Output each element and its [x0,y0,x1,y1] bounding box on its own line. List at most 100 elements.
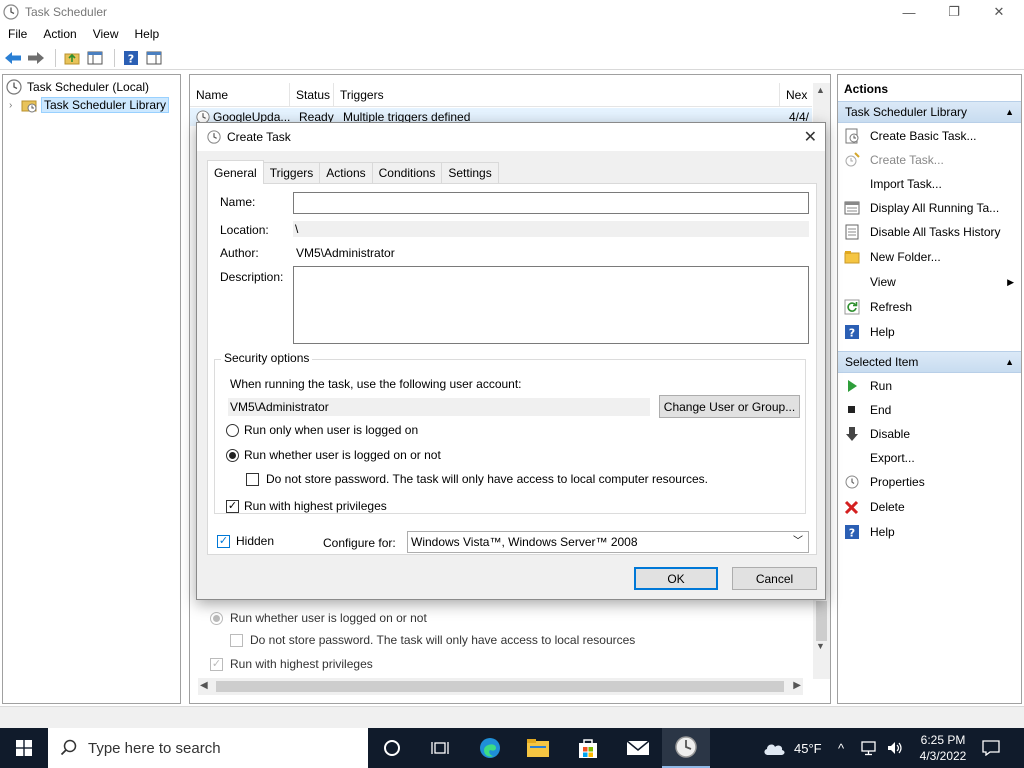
horizontal-scroll-thumb[interactable] [216,681,784,692]
action-item[interactable]: Import Task... [838,173,1021,195]
menu-file[interactable]: File [0,24,35,44]
change-user-or-group-button[interactable]: Change User or Group... [659,395,800,418]
no-store-password-checkbox[interactable] [246,472,259,486]
actions-group-library[interactable]: Task Scheduler Library ▲ [838,101,1021,123]
radio-whether[interactable] [226,448,239,462]
tree-item-label: Task Scheduler (Local) [27,80,150,94]
radio-whether-row[interactable]: Run whether user is logged on or not [226,448,441,462]
volume-tray-icon[interactable] [886,728,904,768]
scroll-down-icon[interactable]: ▼ [816,641,825,651]
bg-radio-whether[interactable] [210,611,223,625]
history-icon [844,224,860,240]
action-item[interactable]: Create Task... [838,149,1021,171]
show-hide-action-pane-button[interactable] [144,48,164,68]
menu-action[interactable]: Action [35,24,84,44]
tab-actions[interactable]: Actions [319,162,373,184]
tree-item-task-scheduler-library[interactable]: › Task Scheduler Library [9,96,170,114]
network-tray-icon[interactable] [860,728,878,768]
action-item[interactable]: New Folder... [838,246,1021,268]
close-button[interactable]: ✕ [976,0,1022,24]
tab-conditions[interactable]: Conditions [371,162,443,184]
forward-button[interactable] [26,48,46,68]
configure-for-select[interactable]: Windows Vista™, Windows Server™ 2008 ﹀ [407,531,809,553]
taskbar-store[interactable] [564,728,612,768]
chevron-up-icon[interactable]: ^ [838,741,844,756]
minimize-button[interactable]: — [886,0,932,24]
clock-date: 4/3/2022 [919,749,967,763]
up-folder-button[interactable] [62,48,82,68]
action-center-button[interactable] [982,728,1000,768]
action-item[interactable]: Disable All Tasks History [838,221,1021,243]
action-item[interactable]: Refresh [838,296,1021,318]
cortana-button[interactable] [368,728,416,768]
column-header-next-run[interactable]: Nex [780,83,812,106]
blank-icon [844,176,860,192]
weather-widget[interactable]: 45°F [762,728,822,768]
task-view-button[interactable] [416,728,464,768]
column-header-status[interactable]: Status [290,83,334,106]
tab-triggers[interactable]: Triggers [262,162,321,184]
console-tree: Task Scheduler (Local) › Task Scheduler … [2,74,181,704]
status-bar [0,706,1024,728]
action-item[interactable]: Display All Running Ta... [838,197,1021,219]
chevron-right-icon[interactable]: › [9,100,21,111]
action-item[interactable]: End [838,399,1021,421]
action-item[interactable]: Run [838,375,1021,397]
action-item[interactable]: ? Help [838,321,1021,343]
action-item[interactable]: Export... [838,447,1021,469]
bg-radio-whether-row[interactable]: Run whether user is logged on or not [210,611,427,625]
tree-item-task-scheduler-local[interactable]: Task Scheduler (Local) [6,78,149,96]
help-button[interactable]: ? [121,48,141,68]
start-button[interactable] [0,728,48,768]
svg-text:?: ? [849,327,855,340]
taskbar-search-box[interactable]: Type here to search [48,728,368,768]
vertical-scroll-thumb[interactable] [816,601,827,641]
taskbar-mail[interactable] [614,728,662,768]
cortana-circle-icon [384,740,400,756]
radio-logged-on[interactable] [226,423,239,437]
menu-view[interactable]: View [85,24,127,44]
back-button[interactable] [3,48,23,68]
action-item[interactable]: Create Basic Task... [838,125,1021,147]
column-header-name[interactable]: Name [190,83,290,106]
cancel-button[interactable]: Cancel [732,567,817,590]
clock[interactable]: 6:25 PM 4/3/2022 [912,728,974,768]
scroll-left-icon[interactable]: ◀ [200,680,208,691]
action-item[interactable]: Disable [838,423,1021,445]
taskbar-file-explorer[interactable] [514,728,562,768]
description-textarea[interactable] [293,266,809,344]
highest-privileges-checkbox[interactable]: ✓ [226,499,239,513]
radio-logged-on-row[interactable]: Run only when user is logged on [226,423,418,437]
actions-group-selected-item[interactable]: Selected Item ▲ [838,351,1021,373]
bg-highest-checkbox[interactable]: ✓ [210,657,223,671]
taskbar-task-scheduler[interactable] [662,728,710,768]
action-item[interactable]: ? Help [838,521,1021,543]
bg-no-store-checkbox[interactable] [230,633,243,647]
action-item[interactable]: Properties [838,471,1021,493]
ok-button[interactable]: OK [634,567,718,590]
taskbar-edge[interactable] [466,728,514,768]
hidden-row[interactable]: ✓ Hidden [217,534,274,548]
no-store-password-row[interactable]: Do not store password. The task will onl… [246,472,708,486]
name-input[interactable] [293,192,809,214]
hidden-checkbox[interactable]: ✓ [217,534,230,548]
tab-general[interactable]: General [207,160,264,184]
maximize-button[interactable]: ❐ [931,0,977,24]
scroll-up-icon[interactable]: ▲ [816,85,825,95]
collapse-up-icon[interactable]: ▲ [1005,107,1014,117]
highest-privileges-row[interactable]: ✓ Run with highest privileges [226,499,387,513]
bg-highest-row[interactable]: ✓ Run with highest privileges [210,657,373,671]
column-header-triggers[interactable]: Triggers [334,83,780,106]
collapse-up-icon[interactable]: ▲ [1005,357,1014,367]
scroll-right-icon[interactable]: ▶ [793,680,801,691]
radio-whether-label: Run whether user is logged on or not [244,448,441,462]
dialog-close-button[interactable]: ✕ [804,127,817,147]
system-tray-chevron[interactable]: ^ [838,728,844,768]
show-hide-console-tree-button[interactable] [85,48,105,68]
action-item[interactable]: View ▶ [838,271,1021,293]
horizontal-scrollbar[interactable]: ◀ ▶ [198,678,803,695]
tab-settings[interactable]: Settings [441,162,499,184]
menu-help[interactable]: Help [127,24,168,44]
bg-no-store-row[interactable]: Do not store password. The task will onl… [230,633,635,647]
action-item[interactable]: Delete [838,496,1021,518]
